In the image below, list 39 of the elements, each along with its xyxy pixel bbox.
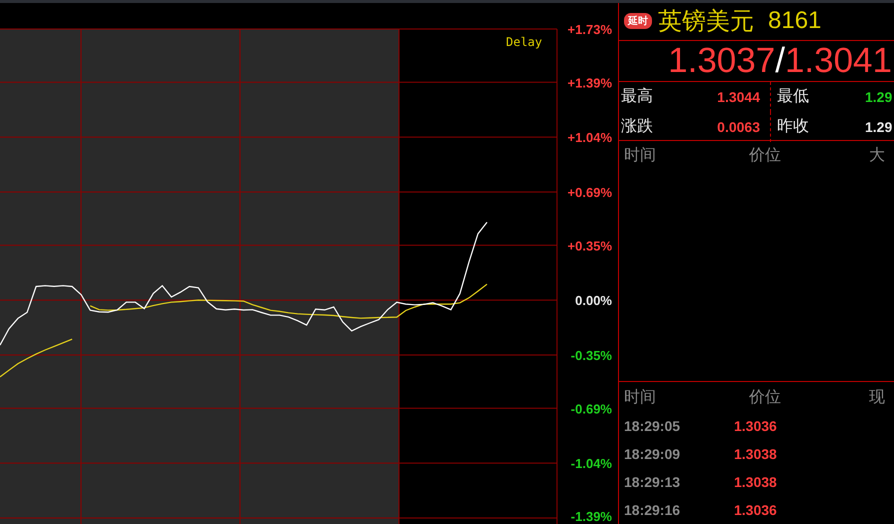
- stat-value: 0.0063: [717, 118, 760, 135]
- axis-label: 0.00%: [575, 293, 612, 308]
- stat-label: 涨跌: [621, 117, 653, 138]
- axis-label: +1.04%: [568, 130, 612, 146]
- tick-time: 18:29:13: [624, 474, 682, 490]
- axis-label: -1.04%: [570, 456, 612, 472]
- bid-price: 1.3037: [668, 40, 776, 81]
- axis-label: +0.35%: [568, 238, 612, 254]
- column-header: 价位: [749, 146, 782, 166]
- delay-label: Delay: [506, 35, 542, 49]
- axis-label: -0.69%: [570, 401, 612, 416]
- column-header: 价位: [749, 388, 782, 408]
- tick-time: 18:29:16: [624, 502, 682, 518]
- instrument-code: 8161: [768, 7, 822, 36]
- stat-value: 1.3044: [717, 88, 760, 105]
- tick-time: 18:29:09: [624, 446, 682, 462]
- column-header: 现: [869, 388, 885, 408]
- tick-price: 1.3036: [734, 502, 777, 518]
- stat-label: 最高: [621, 86, 653, 108]
- tick-price: 1.3038: [734, 446, 777, 462]
- axis-label: +0.69%: [568, 185, 612, 200]
- stat-value: 1.29: [865, 88, 892, 105]
- delay-badge: 延时: [624, 13, 652, 30]
- tick-price: 1.3036: [734, 418, 777, 434]
- stat-value: 1.29: [865, 118, 892, 135]
- ask-price: 1.3041: [784, 40, 892, 81]
- axis-label: -1.39%: [570, 509, 612, 524]
- price-separator: /: [775, 40, 785, 81]
- axis-label: -0.35%: [570, 348, 612, 363]
- stat-label: 最低: [777, 87, 809, 108]
- column-header: 大: [869, 146, 885, 166]
- tick-time: 18:29:05: [624, 418, 682, 434]
- axis-label: +1.39%: [568, 75, 612, 90]
- axis-label: +1.73%: [568, 22, 612, 37]
- column-header: 时间: [624, 388, 657, 408]
- tick-price: 1.3038: [734, 474, 777, 490]
- column-header: 时间: [624, 146, 657, 166]
- instrument-name: 英镑美元: [658, 7, 754, 38]
- stat-label: 昨收: [777, 117, 809, 138]
